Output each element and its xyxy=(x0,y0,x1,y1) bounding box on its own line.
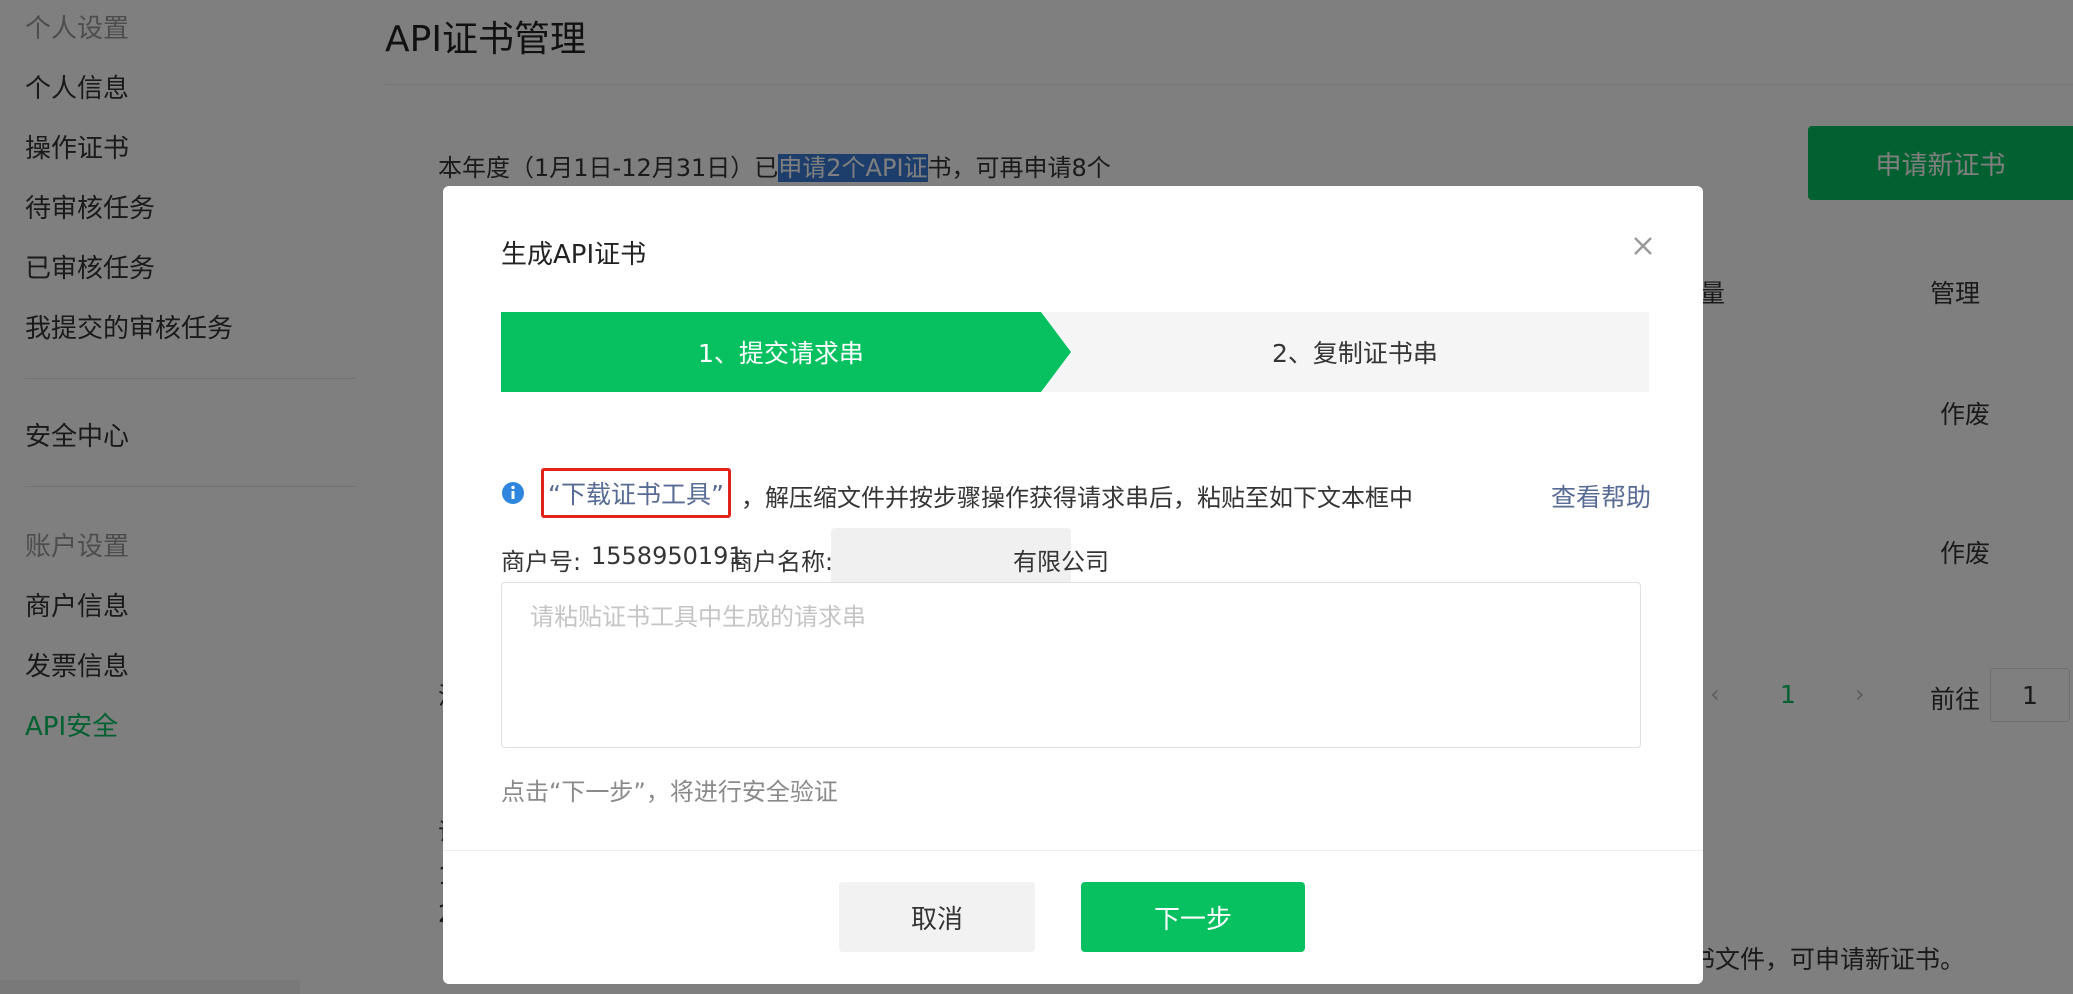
step-indicator: 1、提交请求串 2、复制证书串 xyxy=(501,312,1649,392)
instruction-text: ，解压缩文件并按步骤操作获得请求串后，粘贴至如下文本框中 xyxy=(741,484,1413,512)
step-2-label: 2、复制证书串 xyxy=(1272,339,1438,368)
download-cert-tool-link[interactable]: “下载证书工具” xyxy=(541,468,731,518)
merchant-name-label: 商户名称: xyxy=(729,548,834,576)
close-icon[interactable] xyxy=(1623,226,1663,266)
generate-cert-dialog: 生成API证书 1、提交请求串 2、复制证书串 “下载证书工具” ，解压缩文件并… xyxy=(443,186,1703,984)
security-hint: 点击“下一步”，将进行安全验证 xyxy=(501,778,838,806)
merchant-name-suffix: 有限公司 xyxy=(1013,548,1109,576)
view-help-link[interactable]: 查看帮助 xyxy=(1551,478,1651,514)
cancel-button[interactable]: 取消 xyxy=(839,882,1035,952)
info-icon xyxy=(501,481,525,505)
dialog-title: 生成API证书 xyxy=(501,240,647,270)
merchant-no-value: 1558950191 xyxy=(591,542,744,570)
instruction-row: “下载证书工具” ，解压缩文件并按步骤操作获得请求串后，粘贴至如下文本框中 查看… xyxy=(501,468,1651,518)
step-1-label: 1、提交请求串 xyxy=(698,339,864,368)
dialog-footer-divider xyxy=(443,850,1703,851)
merchant-no-label: 商户号: xyxy=(501,548,582,576)
next-step-button[interactable]: 下一步 xyxy=(1081,882,1305,952)
request-string-input[interactable] xyxy=(501,582,1641,748)
